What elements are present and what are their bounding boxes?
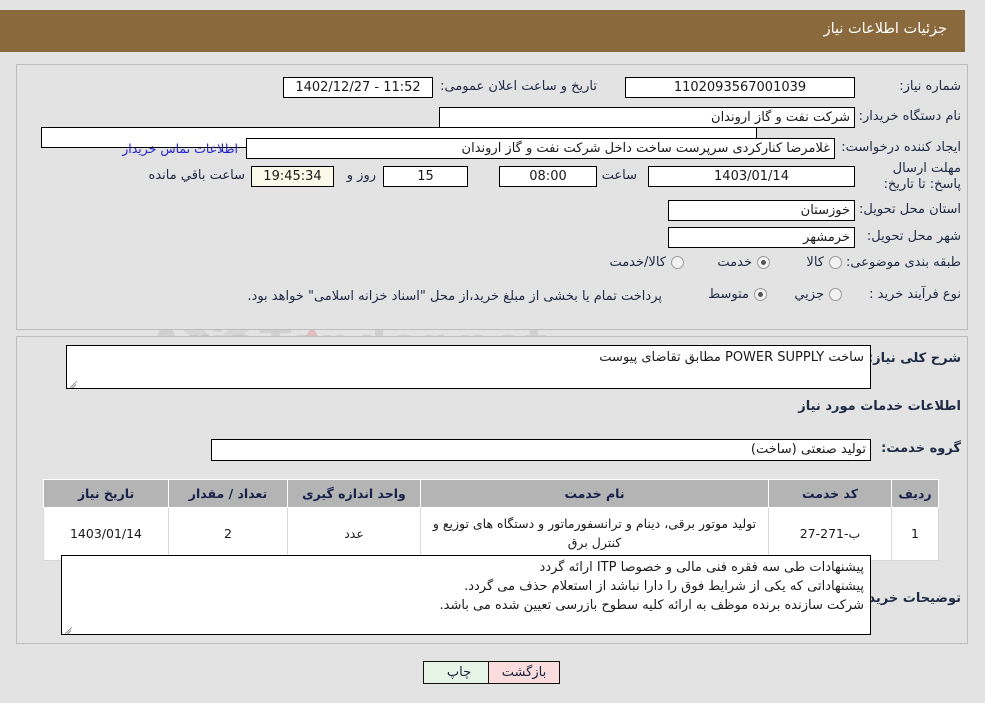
cell-unit: عدد [287,507,421,561]
requester-label: ایجاد کننده درخواست: [841,140,961,155]
requester-field[interactable]: غلامرضا کنارکردی سرپرست ساخت داخل شرکت ن… [246,138,835,159]
general-desc-textarea[interactable]: ساخت POWER SUPPLY مطابق تقاضای پیوست [66,345,871,389]
table-row: 1 ب-271-27 تولید موتور برقی، دینام و ترا… [43,507,939,561]
radio-kala-icon[interactable] [829,256,842,269]
col-service-code: کد خدمت [768,479,892,508]
radio-motavaset-icon[interactable] [754,288,767,301]
category-label: طبقه بندی موضوعی: [845,255,961,270]
services-table: ردیف کد خدمت نام خدمت واحد اندازه گیری ت… [43,479,939,561]
cell-service-code: ب-271-27 [768,507,892,561]
purchase-type-label: نوع فرآیند خرید : [869,287,961,302]
buyer-contact-link[interactable]: اطلاعات تماس خریدار [122,141,238,156]
deadline-label: مهلت ارسال پاسخ: تا تاریخ: [883,161,961,193]
col-need-date: تاریخ نیاز [43,479,169,508]
back-button[interactable]: بازگشت [488,661,560,684]
delivery-city-field[interactable]: خرمشهر [668,227,855,248]
col-unit: واحد اندازه گیری [287,479,421,508]
remaining-time-field[interactable]: 19:45:34 [251,166,334,187]
announce-datetime-label: تاریخ و ساعت اعلان عمومی: [440,79,597,94]
deadline-hour-label: ساعت [601,168,637,183]
delivery-province-label: استان محل تحویل: [859,202,961,217]
buyer-org-label: نام دستگاه خریدار: [858,109,961,124]
purchase-type-option-jozei[interactable]: جزیي [794,287,842,302]
deadline-hour-field[interactable]: 08:00 [499,166,597,187]
need-info-panel: شماره نیاز: 1102093567001039 تاریخ و ساع… [16,64,968,330]
need-number-row: شماره نیاز: [899,79,961,94]
services-heading: اطلاعات خدمات مورد نیاز [798,399,961,414]
purchase-type-option-jozei-label: جزیي [794,287,824,302]
radio-kala-khedmat-icon[interactable] [671,256,684,269]
delivery-province-field[interactable]: خوزستان [668,200,855,221]
general-desc-label: شرح کلی نیاز: [867,351,961,366]
cell-service-name: تولید موتور برقی، دینام و ترانسفورماتور … [420,507,769,561]
buyer-notes-textarea[interactable]: پیشنهادات طی سه فقره فنی مالی و خصوصا IT… [61,555,871,635]
delivery-city-label: شهر محل تحویل: [866,229,961,244]
payment-note: پرداخت تمام یا بخشی از مبلغ خرید،از محل … [247,289,662,304]
category-option-kala-label: کالا [806,255,824,270]
radio-jozei-icon[interactable] [829,288,842,301]
cell-need-date: 1403/01/14 [43,507,169,561]
remaining-days-label: روز و [346,168,376,183]
remaining-days-field[interactable]: 15 [383,166,468,187]
service-group-label: گروه خدمت: [881,441,961,456]
category-option-khedmat[interactable]: خدمت [717,255,770,270]
table-header-row: ردیف کد خدمت نام خدمت واحد اندازه گیری ت… [43,479,939,508]
purchase-type-option-motavaset-label: متوسط [708,287,749,302]
cell-quantity: 2 [168,507,288,561]
buyer-note-line-3: شرکت سازنده برنده موظف به ارائه کلیه سطو… [439,597,865,613]
radio-khedmat-icon[interactable] [757,256,770,269]
category-option-khedmat-label: خدمت [717,255,752,270]
page-header: جزئیات اطلاعات نیاز [0,10,965,52]
category-option-kala-khedmat-label: کالا/خدمت [609,255,666,270]
cell-row-no: 1 [891,507,939,561]
category-option-kala-khedmat[interactable]: کالا/خدمت [609,255,684,270]
need-number-field[interactable]: 1102093567001039 [625,77,855,98]
col-service-name: نام خدمت [420,479,769,508]
remaining-time-label: ساعت باقي مانده [148,168,245,183]
buyer-org-row: نام دستگاه خریدار: [859,109,961,124]
category-option-kala[interactable]: کالا [806,255,842,270]
service-group-field[interactable]: تولید صنعتی (ساخت) [211,439,871,461]
requester-row: ایجاد کننده درخواست: [841,140,961,155]
need-number-label: شماره نیاز: [899,79,961,94]
announce-datetime-row: تاریخ و ساعت اعلان عمومی: [440,79,597,94]
delivery-province-row: استان محل تحویل: [859,202,961,217]
resize-grip-icon[interactable] [69,377,79,388]
col-row-no: ردیف [891,479,939,508]
page-title: جزئیات اطلاعات نیاز [823,21,947,37]
deadline-date-field[interactable]: 1403/01/14 [648,166,855,187]
buyer-note-line-1: پیشنهادات طی سه فقره فنی مالی و خصوصا IT… [539,560,864,575]
general-desc-value: ساخت POWER SUPPLY مطابق تقاضای پیوست [599,350,864,365]
buyer-note-line-2: پیشنهاداتی که یکی از شرایط فوق را دارا ن… [464,578,864,594]
purchase-type-row: نوع فرآیند خرید : [869,287,961,302]
announce-datetime-field[interactable]: 11:52 - 1402/12/27 [283,77,433,98]
delivery-city-row: شهر محل تحویل: [867,229,961,244]
category-row: طبقه بندی موضوعی: [846,255,961,270]
buyer-org-field[interactable]: شرکت نفت و گاز اروندان [439,107,855,128]
col-quantity: تعداد / مقدار [168,479,288,508]
resize-grip-icon-notes[interactable] [64,623,74,634]
purchase-type-option-motavaset[interactable]: متوسط [708,287,767,302]
print-button[interactable]: چاپ [423,661,495,684]
service-details-panel: شرح کلی نیاز: ساخت POWER SUPPLY مطابق تق… [16,336,968,644]
